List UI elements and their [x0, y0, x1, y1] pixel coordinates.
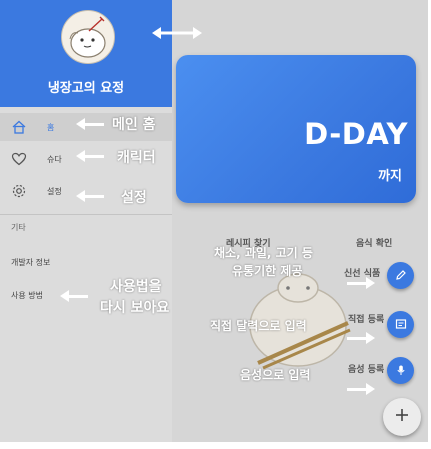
annotation-arrow-howto	[60, 290, 88, 302]
developer-info-link[interactable]: 개발자 정보	[11, 257, 50, 268]
heart-icon	[11, 151, 27, 167]
dday-title: D-DAY	[304, 117, 408, 151]
annotation-arrow-character	[76, 150, 104, 162]
annotation-settings: 설정	[121, 190, 147, 206]
annotation-arrow-settings	[76, 190, 104, 202]
menu-item-label: 설정	[47, 187, 62, 196]
annotation-voice: 음성으로 입력	[240, 368, 311, 382]
plus-icon	[394, 407, 410, 427]
menu-item-label: 홈	[47, 123, 55, 132]
annotation-arrow-voice	[347, 383, 375, 395]
direct-register-button[interactable]	[387, 311, 414, 338]
annotation-fresh-line2: 유통기한 제공	[232, 264, 303, 278]
form-icon	[395, 315, 407, 334]
home-icon	[11, 119, 27, 135]
divider	[0, 214, 172, 215]
how-to-use-link[interactable]: 사용 방법	[11, 290, 43, 301]
menu-item-label: 슈다	[47, 155, 62, 164]
fab-label-direct: 직접 등록	[348, 315, 385, 325]
dday-subtitle: 까지	[378, 169, 402, 184]
annotation-character: 캐릭터	[117, 150, 156, 166]
dday-card[interactable]: D-DAY 까지	[176, 55, 416, 203]
voice-register-button[interactable]	[387, 357, 414, 384]
character-avatar[interactable]	[61, 10, 115, 64]
fresh-food-button[interactable]	[387, 262, 414, 289]
section-label-etc: 기타	[11, 223, 26, 232]
add-button[interactable]	[383, 398, 421, 436]
swipe-hint-arrow	[152, 25, 202, 44]
app-name: 냉장고의 요정	[47, 81, 125, 96]
annotation-arrow-direct	[347, 332, 375, 344]
tab-food-check[interactable]: 음식 확인	[356, 236, 392, 249]
drawer-header: 냉장고의 요정	[0, 0, 172, 107]
app-screen: D-DAY 까지 레시피 찾기 음식 확인 신선 식품 직접 등록 음성 등록	[0, 0, 431, 449]
annotation-arrow-fresh	[347, 277, 375, 289]
annotation-fresh-line1: 채소, 과일, 고기 등	[214, 246, 313, 260]
pencil-icon	[395, 266, 407, 285]
annotation-howto-line2: 다시 보아요	[100, 300, 170, 316]
microphone-icon	[395, 361, 407, 380]
annotation-home: 메인 홈	[112, 117, 156, 133]
fab-label-voice: 음성 등록	[348, 365, 385, 375]
gear-icon	[11, 183, 27, 199]
annotation-direct: 직접 달력으로 입력	[210, 319, 307, 333]
annotation-arrow-home	[76, 118, 104, 130]
annotation-howto-line1: 사용법을	[110, 279, 162, 295]
navigation-drawer: 냉장고의 요정 홈 슈다 설정 기타 개발자 정보 사용 방법	[0, 0, 172, 442]
